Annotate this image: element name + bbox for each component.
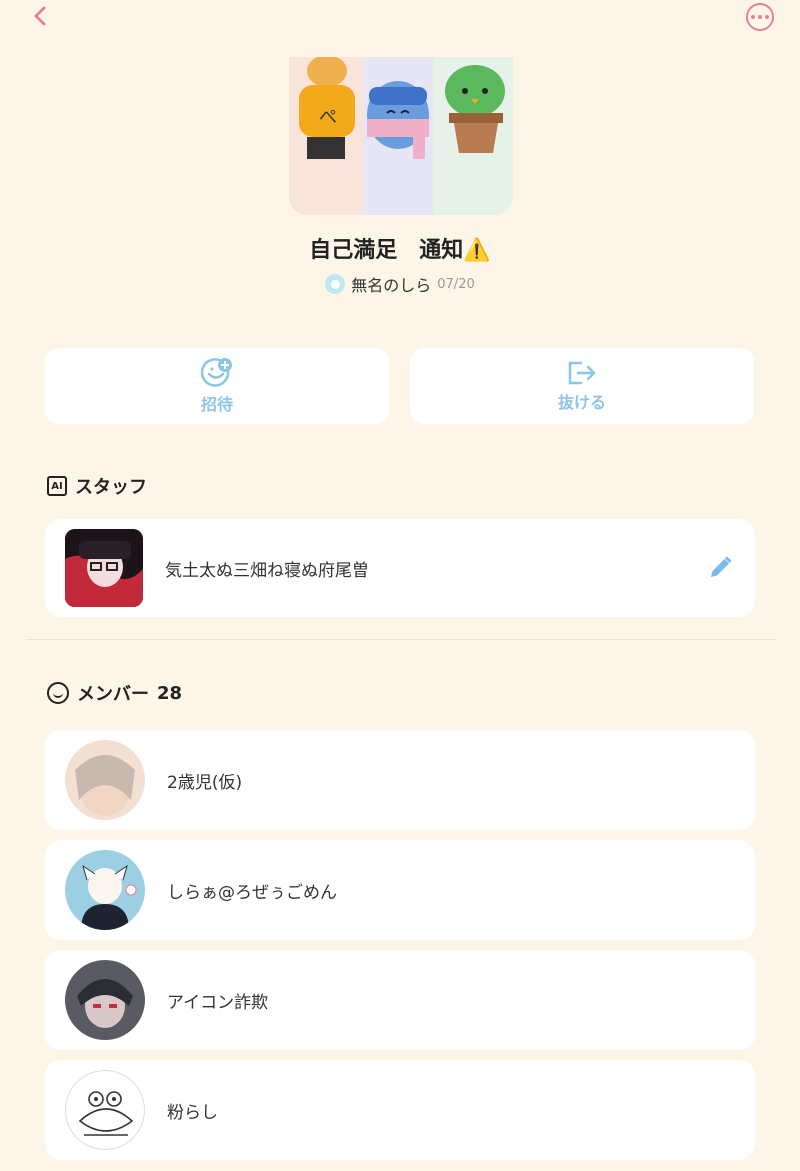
- member-name: アイコン詐欺: [167, 992, 269, 1013]
- members-heading-label: メンバー: [77, 684, 149, 705]
- members-count: 28: [157, 682, 183, 704]
- smile-icon: [47, 682, 69, 704]
- invite-icon: [200, 358, 232, 387]
- more-options-button[interactable]: [746, 3, 774, 31]
- member-name: しらぁ@ろぜぅごめん: [167, 882, 337, 903]
- leave-button[interactable]: 抜ける: [410, 348, 754, 424]
- member-row[interactable]: しらぁ@ろぜぅごめん: [45, 840, 755, 940]
- member-avatar: [65, 1070, 145, 1150]
- character-illustration: ぺ: [299, 57, 355, 159]
- staff-section-heading: AI スタッフ: [47, 473, 147, 499]
- member-avatar: [65, 740, 145, 820]
- invite-button[interactable]: 招待: [45, 348, 389, 424]
- edit-staff-button[interactable]: [705, 553, 735, 583]
- creator-info: 無名のしら 07/20: [0, 272, 800, 296]
- pencil-icon: [711, 556, 732, 577]
- more-icon: [751, 15, 755, 19]
- member-row[interactable]: 粉らし: [45, 1060, 755, 1160]
- ai-icon: AI: [47, 476, 67, 496]
- cactus-illustration: [445, 65, 505, 153]
- back-button[interactable]: [28, 4, 52, 28]
- created-date: 07/20: [437, 276, 475, 292]
- members-section-heading: メンバー 28: [47, 680, 182, 706]
- character-illustration: [367, 81, 429, 159]
- staff-heading-label: スタッフ: [75, 477, 147, 498]
- member-avatar: [65, 960, 145, 1040]
- creator-avatar[interactable]: [325, 274, 346, 294]
- member-row[interactable]: アイコン詐欺: [45, 950, 755, 1050]
- member-row[interactable]: 2歳児(仮): [45, 730, 755, 830]
- svg-text:ぺ: ぺ: [319, 107, 337, 128]
- creator-name[interactable]: 無名のしら: [351, 272, 431, 296]
- leave-label: 抜ける: [557, 393, 606, 412]
- chevron-left-icon: [34, 6, 46, 26]
- member-avatar: [65, 850, 145, 930]
- group-title: 自己満足 通知⚠️: [309, 238, 491, 263]
- staff-row[interactable]: 気土太ぬ三畑ね寝ぬ府尾曽: [45, 519, 755, 617]
- invite-label: 招待: [200, 395, 233, 414]
- leave-icon: [568, 361, 596, 385]
- staff-name: 気土太ぬ三畑ね寝ぬ府尾曽: [165, 560, 369, 581]
- divider: [26, 639, 776, 640]
- member-name: 粉らし: [167, 1102, 218, 1123]
- member-name: 2歳児(仮): [167, 772, 243, 793]
- group-cover-image: ぺ: [289, 57, 513, 215]
- staff-avatar: [65, 529, 143, 607]
